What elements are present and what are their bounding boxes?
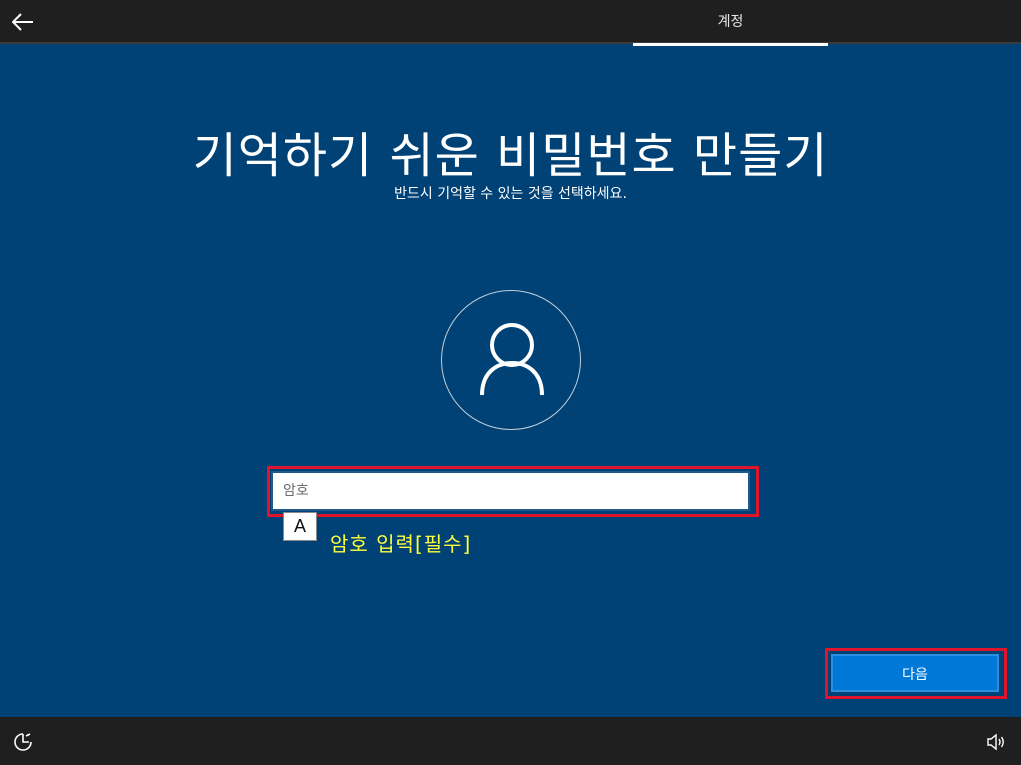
annotation-marker: A [283,512,317,541]
page-title: 기억하기 쉬운 비밀번호 만들기 [192,128,829,184]
volume-icon[interactable] [986,733,1006,751]
page-subtitle: 반드시 기억할 수 있는 것을 선택하세요. [394,186,627,202]
arrow-left-icon [12,13,33,31]
bottom-bar [0,717,1021,765]
top-bar: 계정 [0,0,1021,46]
annotation-text: 암호 입력[필수] [330,532,472,556]
password-field[interactable] [271,471,750,511]
back-button[interactable] [8,7,38,37]
next-button[interactable]: 다음 [831,654,999,692]
user-icon [480,323,544,396]
avatar [441,290,581,430]
tab-account[interactable]: 계정 [633,0,828,44]
main-content: 기억하기 쉬운 비밀번호 만들기 반드시 기억할 수 있는 것을 선택하세요. … [0,46,1021,717]
ease-of-access-icon[interactable] [12,731,34,753]
